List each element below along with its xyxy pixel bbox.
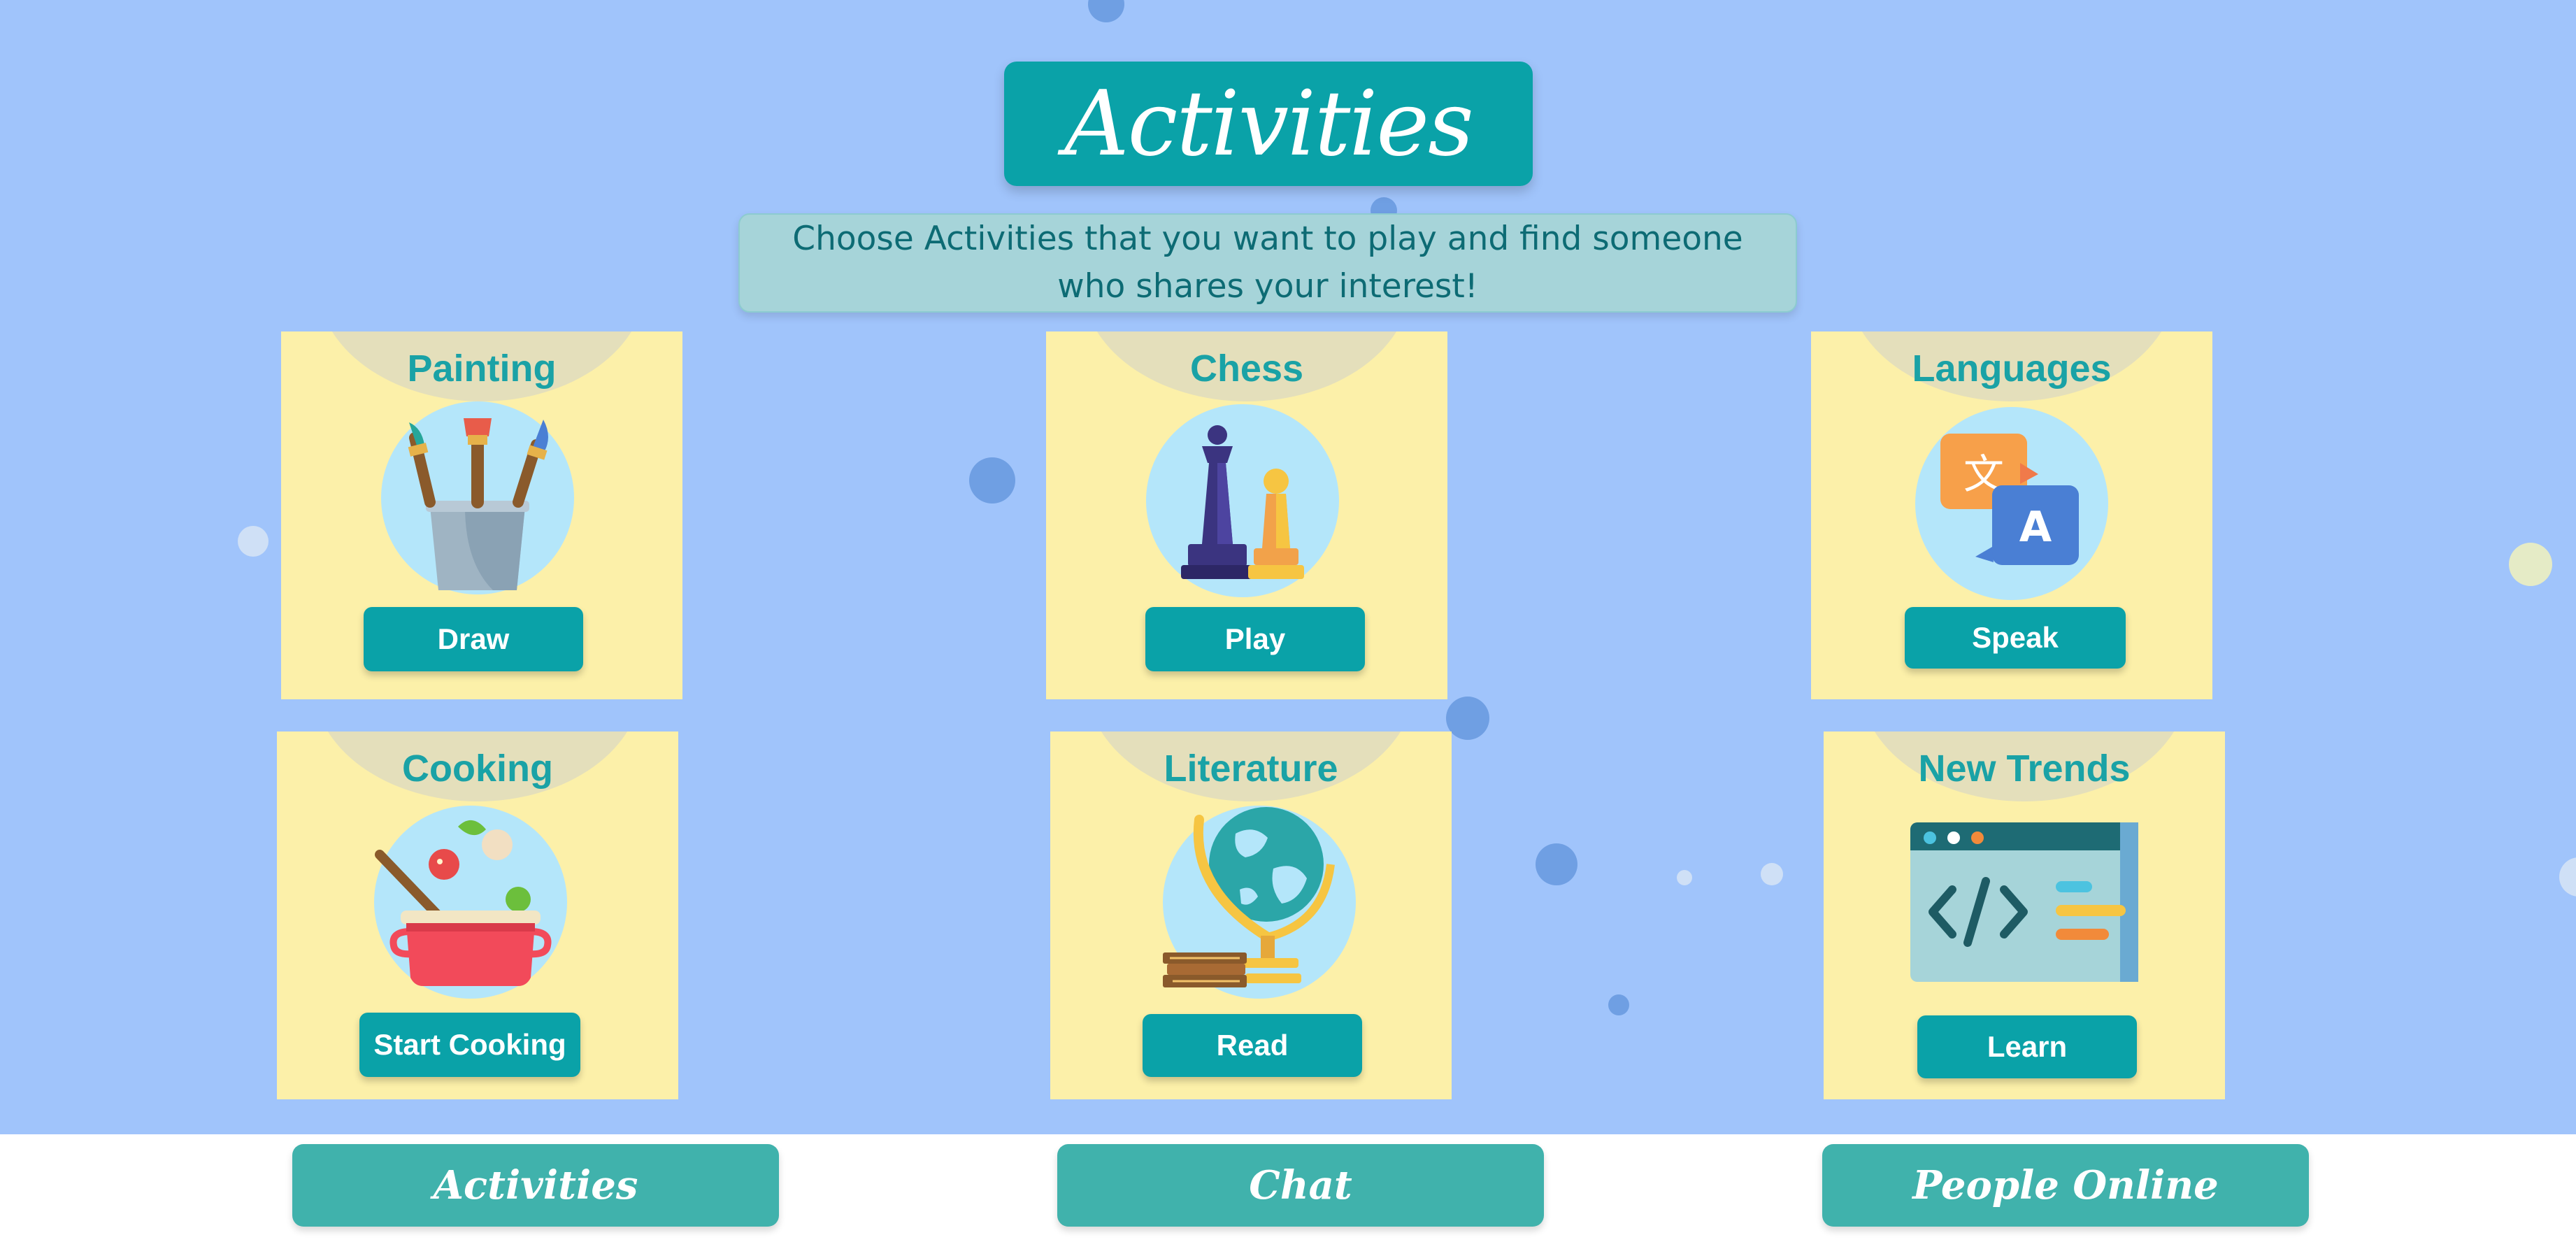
card-title: New Trends [1918,748,2131,790]
draw-button[interactable]: Draw [364,607,583,671]
page-subtitle: Choose Activities that you want to play … [792,220,1743,306]
chess-pieces-icon [1146,404,1339,597]
learn-button[interactable]: Learn [1917,1015,2137,1078]
activity-card-painting: Painting Draw [281,331,682,699]
activity-card-cooking: Cooking Start Cooking [277,731,678,1099]
decorative-bubble [969,457,1015,504]
decorative-bubble [1088,0,1124,22]
decorative-bubble [2559,857,2576,897]
decorative-bubble [1536,843,1577,885]
paintbrushes-icon [381,401,574,594]
nav-chat-button[interactable]: Chat [1057,1144,1544,1227]
cooking-pot-icon [374,806,567,999]
decorative-bubble [1608,994,1629,1015]
nav-activities-button[interactable]: Activities [292,1144,779,1227]
code-window-icon [1910,822,2138,983]
card-title: Chess [1189,348,1304,390]
speak-button[interactable]: Speak [1905,607,2126,669]
bottom-nav-bar: Activities Chat People Online [0,1134,2576,1242]
activity-card-new-trends: New Trends Learn [1824,731,2225,1099]
decorative-bubble [1677,870,1692,885]
card-title: Languages [1912,348,2112,390]
card-title: Painting [407,348,557,390]
read-button[interactable]: Read [1143,1014,1362,1077]
page-title: Activities [1064,71,1474,176]
nav-people-online-button[interactable]: People Online [1822,1144,2309,1227]
play-button[interactable]: Play [1145,607,1365,671]
page-title-box: Activities [1004,62,1533,186]
svg-text:A: A [2019,503,2052,552]
activity-card-languages: Languages 文 A Speak [1811,331,2212,699]
card-title: Literature [1164,748,1338,790]
card-title: Cooking [402,748,553,790]
translate-icon: 文 A [1915,407,2108,600]
decorative-bubble [1446,697,1489,740]
start-cooking-button[interactable]: Start Cooking [359,1013,580,1077]
globe-books-icon [1163,806,1356,999]
decorative-bubble [1761,863,1783,885]
activity-card-chess: Chess Play [1046,331,1447,699]
subtitle-box: Choose Activities that you want to play … [738,213,1797,313]
decorative-bubble [2509,543,2552,586]
decorative-bubble [238,526,269,557]
activity-card-literature: Literature Read [1050,731,1452,1099]
